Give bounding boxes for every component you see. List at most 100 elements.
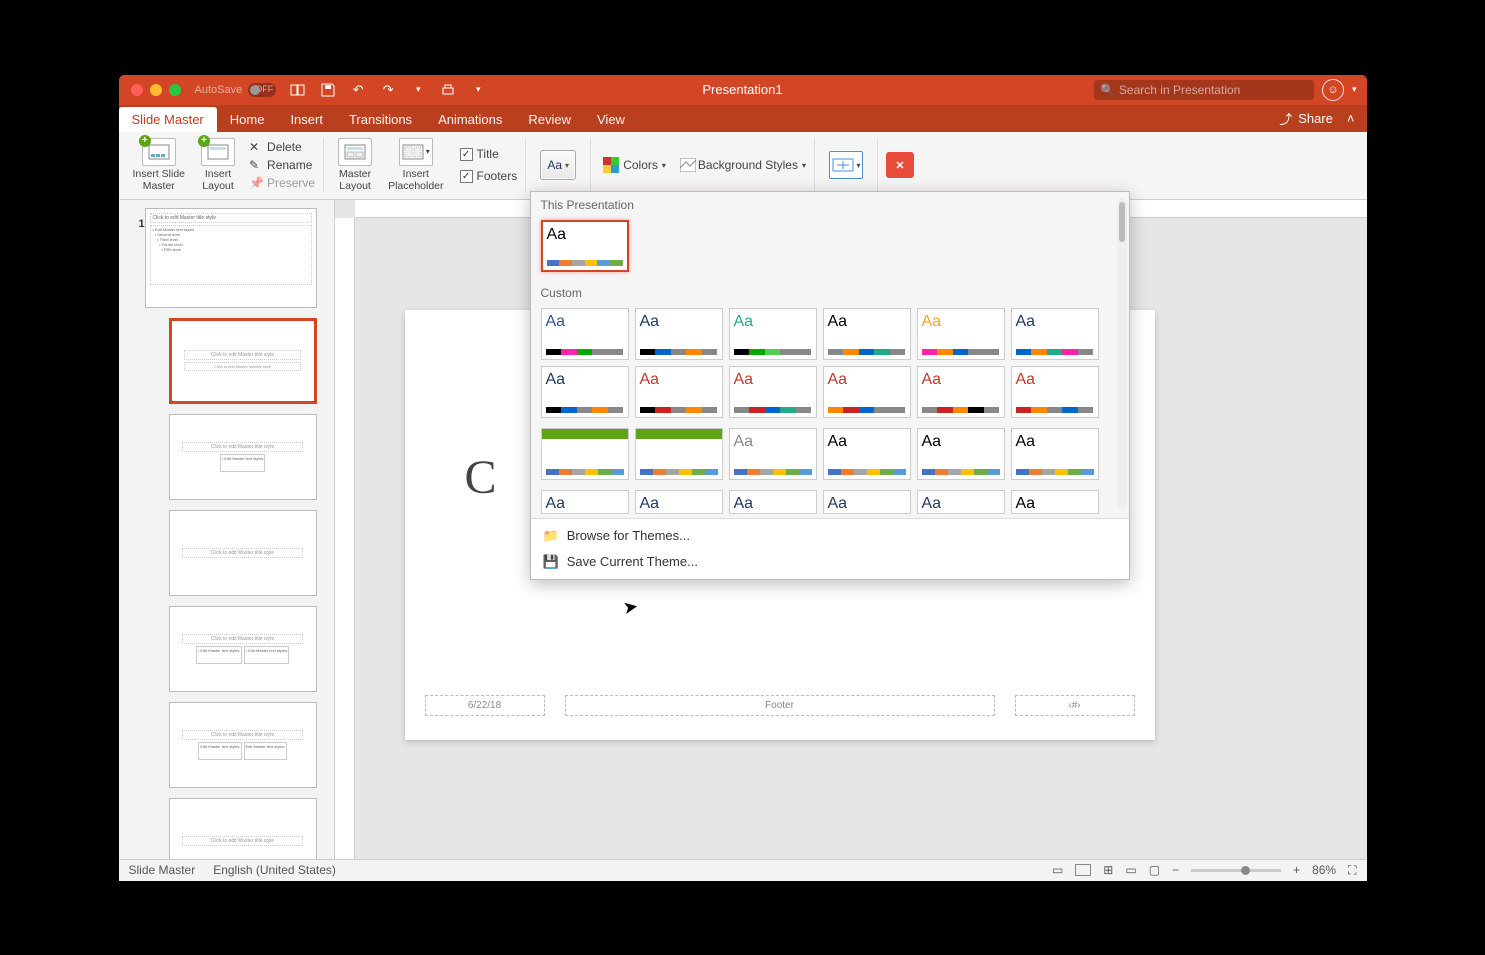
theme-custom[interactable]: Aa — [1011, 428, 1099, 480]
colors-button[interactable]: Colors▾ — [603, 156, 666, 174]
master-layout-label: Master Layout — [339, 168, 371, 192]
date-placeholder[interactable]: 6/22/18 — [425, 695, 545, 716]
theme-custom[interactable]: Aa — [823, 428, 911, 480]
normal-view-icon[interactable] — [1075, 864, 1091, 876]
document-title: Presentation1 — [702, 82, 782, 97]
ribbon: + Insert Slide Master + Insert Layout ✕D… — [119, 132, 1367, 200]
master-thumbnail[interactable]: Click to edit Master title style • Edit … — [145, 208, 317, 308]
minimize-window-button[interactable] — [150, 84, 162, 96]
theme-current[interactable]: Aa — [541, 220, 629, 272]
delete-icon: ✕ — [249, 140, 263, 154]
browse-themes-item[interactable]: 📁 Browse for Themes... — [531, 523, 1129, 549]
theme-custom[interactable]: Aa — [1011, 366, 1099, 418]
slide-edit-area[interactable]: C 6/22/18 Footer ‹#› This Presentation A… — [335, 200, 1367, 859]
save-theme-item[interactable]: 💾 Save Current Theme... — [531, 549, 1129, 575]
feedback-icon[interactable]: ☺ — [1322, 79, 1344, 101]
theme-custom[interactable]: Aa — [917, 308, 1005, 360]
tab-home[interactable]: Home — [217, 107, 278, 132]
theme-custom[interactable]: Aa — [1011, 308, 1099, 360]
themes-button[interactable]: Aa▾ — [534, 148, 582, 182]
collapse-ribbon-icon[interactable]: ˄ — [1347, 111, 1355, 126]
theme-custom[interactable]: Aa — [541, 490, 629, 514]
zoom-window-button[interactable] — [169, 84, 181, 96]
title-checkbox[interactable]: ✓Title — [460, 146, 518, 162]
reading-view-icon[interactable]: ▭ — [1125, 863, 1136, 877]
theme-custom[interactable]: Aa — [541, 428, 629, 480]
home-icon[interactable] — [290, 82, 306, 98]
theme-custom[interactable]: Aa — [635, 308, 723, 360]
notes-button[interactable]: ▭ — [1052, 863, 1063, 877]
theme-custom[interactable]: Aa — [729, 490, 817, 514]
toggle-switch[interactable]: OFF — [248, 83, 276, 97]
theme-custom[interactable]: Aa — [917, 490, 1005, 514]
share-button[interactable]: ⤴ Share ˄ — [1279, 109, 1354, 132]
undo-icon[interactable]: ↶ — [350, 82, 366, 98]
close-window-button[interactable] — [131, 84, 143, 96]
account-dropdown-icon[interactable]: ▾ — [1352, 84, 1357, 95]
tab-transitions[interactable]: Transitions — [336, 107, 425, 132]
theme-custom[interactable]: Aa — [1011, 490, 1099, 514]
layout-thumbnail-4[interactable]: Click to edit Master title style • Edit … — [169, 606, 317, 692]
layout-thumbnail-6[interactable]: Click to edit Master title style — [169, 798, 317, 859]
section-custom: Custom — [531, 280, 1129, 306]
background-styles-button[interactable]: Background Styles▾ — [680, 157, 806, 173]
ribbon-tabs: Slide Master Home Insert Transitions Ani… — [119, 105, 1367, 132]
slideshow-view-icon[interactable]: ▢ — [1149, 863, 1160, 877]
zoom-out-button[interactable]: − — [1172, 863, 1179, 877]
tab-view[interactable]: View — [584, 107, 638, 132]
slide-size-button[interactable]: ▾ — [823, 149, 869, 181]
layout-thumbnail-5[interactable]: Click to edit Master title style Edit Ma… — [169, 702, 317, 788]
theme-custom[interactable]: Aa — [635, 428, 723, 480]
theme-custom[interactable]: Aa — [729, 428, 817, 480]
save-icon[interactable] — [320, 82, 336, 98]
autosave-toggle[interactable]: AutoSave OFF — [195, 83, 277, 97]
close-master-button[interactable]: ✕ — [886, 152, 914, 178]
theme-custom[interactable]: Aa — [917, 366, 1005, 418]
theme-custom[interactable]: Aa — [541, 308, 629, 360]
tab-review[interactable]: Review — [515, 107, 584, 132]
layout-thumbnail-3[interactable]: Click to edit Master title style — [169, 510, 317, 596]
master-layout-button[interactable]: Master Layout — [332, 136, 378, 194]
tab-insert[interactable]: Insert — [277, 107, 336, 132]
sorter-view-icon[interactable]: ⊞ — [1103, 863, 1113, 877]
fit-to-window-icon[interactable]: ⛶ — [1348, 863, 1356, 878]
theme-custom[interactable]: Aa — [823, 308, 911, 360]
delete-button[interactable]: ✕Delete — [249, 139, 315, 155]
layout-thumbnail-1[interactable]: Click to edit Master title style Click t… — [169, 318, 317, 404]
theme-custom[interactable]: Aa — [729, 366, 817, 418]
footer-placeholder[interactable]: Footer — [565, 695, 995, 716]
rename-button[interactable]: ✎Rename — [249, 157, 315, 173]
master-index: 1 — [139, 218, 145, 230]
window-controls — [119, 84, 181, 96]
theme-custom[interactable]: Aa — [823, 490, 911, 514]
popup-scrollbar[interactable] — [1117, 198, 1127, 509]
tab-animations[interactable]: Animations — [425, 107, 515, 132]
insert-layout-label: Insert Layout — [202, 168, 234, 192]
status-language[interactable]: English (United States) — [213, 863, 336, 877]
tab-slide-master[interactable]: Slide Master — [119, 107, 217, 132]
zoom-in-button[interactable]: + — [1293, 863, 1300, 877]
theme-custom[interactable]: Aa — [917, 428, 1005, 480]
preserve-button[interactable]: 📌Preserve — [249, 175, 315, 191]
search-input[interactable]: 🔍 Search in Presentation — [1094, 80, 1314, 100]
zoom-level[interactable]: 86% — [1312, 863, 1336, 877]
footers-checkbox[interactable]: ✓Footers — [460, 168, 518, 184]
theme-custom[interactable]: Aa — [823, 366, 911, 418]
colors-icon — [603, 157, 619, 173]
zoom-slider[interactable] — [1191, 869, 1281, 872]
undo-dropdown-icon[interactable]: ▾ — [410, 82, 426, 98]
title-placeholder[interactable]: C — [465, 450, 497, 505]
theme-custom[interactable]: Aa — [635, 366, 723, 418]
insert-placeholder-button[interactable]: ▾ Insert Placeholder — [382, 136, 449, 194]
insert-slide-master-button[interactable]: + Insert Slide Master — [127, 136, 192, 194]
layout-thumbnail-2[interactable]: Click to edit Master title style • Edit … — [169, 414, 317, 500]
qat-dropdown-icon[interactable]: ▾ — [470, 82, 486, 98]
insert-layout-button[interactable]: + Insert Layout — [195, 136, 241, 194]
redo-icon[interactable]: ↷ — [380, 82, 396, 98]
thumbnail-pane[interactable]: 1 Click to edit Master title style • Edi… — [119, 200, 335, 859]
slide-number-placeholder[interactable]: ‹#› — [1015, 695, 1135, 716]
print-icon[interactable] — [440, 82, 456, 98]
theme-custom[interactable]: Aa — [541, 366, 629, 418]
theme-custom[interactable]: Aa — [635, 490, 723, 514]
theme-custom[interactable]: Aa — [729, 308, 817, 360]
